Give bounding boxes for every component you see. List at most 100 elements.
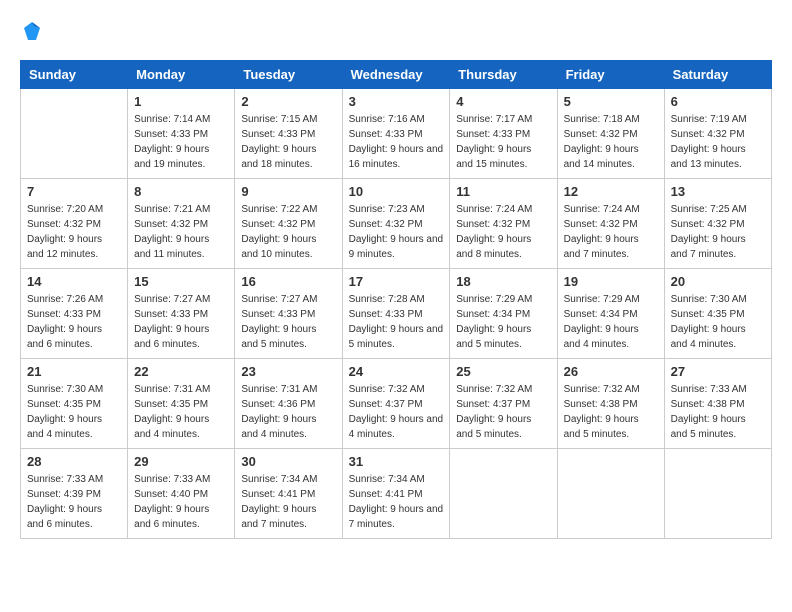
day-info-30: Sunrise: 7:34 AMSunset: 4:41 PMDaylight:… bbox=[241, 472, 335, 532]
cell-w3-d1: 14 Sunrise: 7:26 AMSunset: 4:33 PMDayligh… bbox=[21, 269, 128, 359]
day-number-11: 11 bbox=[456, 184, 550, 199]
day-info-31: Sunrise: 7:34 AMSunset: 4:41 PMDaylight:… bbox=[349, 472, 444, 532]
day-number-14: 14 bbox=[27, 274, 121, 289]
cell-w3-d3: 16 Sunrise: 7:27 AMSunset: 4:33 PMDayligh… bbox=[235, 269, 342, 359]
day-info-2: Sunrise: 7:15 AMSunset: 4:33 PMDaylight:… bbox=[241, 112, 335, 172]
day-info-10: Sunrise: 7:23 AMSunset: 4:32 PMDaylight:… bbox=[349, 202, 444, 262]
cell-w1-d7: 6Sunrise: 7:19 AMSunset: 4:32 PMDaylight… bbox=[664, 89, 771, 179]
cell-w4-d6: 26 Sunrise: 7:32 AMSunset: 4:38 PMDayligh… bbox=[557, 359, 664, 449]
cell-w4-d4: 24 Sunrise: 7:32 AMSunset: 4:37 PMDayligh… bbox=[342, 359, 450, 449]
cell-w5-d6 bbox=[557, 449, 664, 539]
day-number-26: 26 bbox=[564, 364, 658, 379]
cell-w1-d1 bbox=[21, 89, 128, 179]
day-info-25: Sunrise: 7:32 AMSunset: 4:37 PMDaylight:… bbox=[456, 382, 550, 442]
cell-w4-d7: 27 Sunrise: 7:33 AMSunset: 4:38 PMDayligh… bbox=[664, 359, 771, 449]
header-sunday: Sunday bbox=[21, 61, 128, 89]
day-info-3: Sunrise: 7:16 AMSunset: 4:33 PMDaylight:… bbox=[349, 112, 444, 172]
cell-w3-d5: 18 Sunrise: 7:29 AMSunset: 4:34 PMDayligh… bbox=[450, 269, 557, 359]
day-info-26: Sunrise: 7:32 AMSunset: 4:38 PMDaylight:… bbox=[564, 382, 658, 442]
week-row-4: 21Sunrise: 7:30 AMSunset: 4:35 PMDayligh… bbox=[21, 359, 772, 449]
day-info-19: Sunrise: 7:29 AMSunset: 4:34 PMDaylight:… bbox=[564, 292, 658, 352]
cell-w2-d7: 13 Sunrise: 7:25 AMSunset: 4:32 PMDayligh… bbox=[664, 179, 771, 269]
day-info-12: Sunrise: 7:24 AMSunset: 4:32 PMDaylight:… bbox=[564, 202, 658, 262]
day-info-29: Sunrise: 7:33 AMSunset: 4:40 PMDaylight:… bbox=[134, 472, 228, 532]
day-info-21: Sunrise: 7:30 AMSunset: 4:35 PMDaylight:… bbox=[27, 382, 121, 442]
day-number-27: 27 bbox=[671, 364, 765, 379]
day-number-24: 24 bbox=[349, 364, 444, 379]
day-number-13: 13 bbox=[671, 184, 765, 199]
cell-w2-d3: 9 Sunrise: 7:22 AMSunset: 4:32 PMDaylight… bbox=[235, 179, 342, 269]
week-row-2: 7 Sunrise: 7:20 AMSunset: 4:32 PMDaylight… bbox=[21, 179, 772, 269]
cell-w5-d3: 30 Sunrise: 7:34 AMSunset: 4:41 PMDayligh… bbox=[235, 449, 342, 539]
week-row-1: 1Sunrise: 7:14 AMSunset: 4:33 PMDaylight… bbox=[21, 89, 772, 179]
day-number-7: 7 bbox=[27, 184, 121, 199]
day-number-29: 29 bbox=[134, 454, 228, 469]
cell-w2-d1: 7 Sunrise: 7:20 AMSunset: 4:32 PMDaylight… bbox=[21, 179, 128, 269]
cell-w1-d6: 5 Sunrise: 7:18 AMSunset: 4:32 PMDaylight… bbox=[557, 89, 664, 179]
day-number-10: 10 bbox=[349, 184, 444, 199]
cell-w3-d6: 19 Sunrise: 7:29 AMSunset: 4:34 PMDayligh… bbox=[557, 269, 664, 359]
day-info-16: Sunrise: 7:27 AMSunset: 4:33 PMDaylight:… bbox=[241, 292, 335, 352]
day-number-28: 28 bbox=[27, 454, 121, 469]
day-number-2: 2 bbox=[241, 94, 335, 109]
week-row-5: 28 Sunrise: 7:33 AMSunset: 4:39 PMDayligh… bbox=[21, 449, 772, 539]
day-info-18: Sunrise: 7:29 AMSunset: 4:34 PMDaylight:… bbox=[456, 292, 550, 352]
day-number-31: 31 bbox=[349, 454, 444, 469]
page-header bbox=[20, 20, 772, 44]
header-monday: Monday bbox=[128, 61, 235, 89]
cell-w1-d5: 4Sunrise: 7:17 AMSunset: 4:33 PMDaylight… bbox=[450, 89, 557, 179]
cell-w1-d2: 1Sunrise: 7:14 AMSunset: 4:33 PMDaylight… bbox=[128, 89, 235, 179]
cell-w5-d4: 31 Sunrise: 7:34 AMSunset: 4:41 PMDayligh… bbox=[342, 449, 450, 539]
header-friday: Friday bbox=[557, 61, 664, 89]
day-info-20: Sunrise: 7:30 AMSunset: 4:35 PMDaylight:… bbox=[671, 292, 765, 352]
cell-w4-d3: 23 Sunrise: 7:31 AMSunset: 4:36 PMDayligh… bbox=[235, 359, 342, 449]
week-row-3: 14 Sunrise: 7:26 AMSunset: 4:33 PMDayligh… bbox=[21, 269, 772, 359]
calendar-header-row: SundayMondayTuesdayWednesdayThursdayFrid… bbox=[21, 61, 772, 89]
day-number-22: 22 bbox=[134, 364, 228, 379]
cell-w1-d3: 2 Sunrise: 7:15 AMSunset: 4:33 PMDaylight… bbox=[235, 89, 342, 179]
day-number-20: 20 bbox=[671, 274, 765, 289]
cell-w5-d7 bbox=[664, 449, 771, 539]
day-number-4: 4 bbox=[456, 94, 550, 109]
day-number-23: 23 bbox=[241, 364, 335, 379]
cell-w1-d4: 3 Sunrise: 7:16 AMSunset: 4:33 PMDaylight… bbox=[342, 89, 450, 179]
cell-w2-d2: 8Sunrise: 7:21 AMSunset: 4:32 PMDaylight… bbox=[128, 179, 235, 269]
day-info-17: Sunrise: 7:28 AMSunset: 4:33 PMDaylight:… bbox=[349, 292, 444, 352]
cell-w5-d2: 29 Sunrise: 7:33 AMSunset: 4:40 PMDayligh… bbox=[128, 449, 235, 539]
day-number-16: 16 bbox=[241, 274, 335, 289]
day-info-13: Sunrise: 7:25 AMSunset: 4:32 PMDaylight:… bbox=[671, 202, 765, 262]
cell-w4-d5: 25Sunrise: 7:32 AMSunset: 4:37 PMDayligh… bbox=[450, 359, 557, 449]
cell-w3-d7: 20 Sunrise: 7:30 AMSunset: 4:35 PMDayligh… bbox=[664, 269, 771, 359]
logo-icon bbox=[20, 20, 44, 44]
day-info-5: Sunrise: 7:18 AMSunset: 4:32 PMDaylight:… bbox=[564, 112, 658, 172]
day-number-12: 12 bbox=[564, 184, 658, 199]
cell-w2-d4: 10 Sunrise: 7:23 AMSunset: 4:32 PMDayligh… bbox=[342, 179, 450, 269]
cell-w3-d2: 15Sunrise: 7:27 AMSunset: 4:33 PMDayligh… bbox=[128, 269, 235, 359]
day-info-27: Sunrise: 7:33 AMSunset: 4:38 PMDaylight:… bbox=[671, 382, 765, 442]
day-info-7: Sunrise: 7:20 AMSunset: 4:32 PMDaylight:… bbox=[27, 202, 121, 262]
day-info-14: Sunrise: 7:26 AMSunset: 4:33 PMDaylight:… bbox=[27, 292, 121, 352]
day-number-19: 19 bbox=[564, 274, 658, 289]
day-number-15: 15 bbox=[134, 274, 228, 289]
day-number-9: 9 bbox=[241, 184, 335, 199]
day-info-24: Sunrise: 7:32 AMSunset: 4:37 PMDaylight:… bbox=[349, 382, 444, 442]
day-info-1: Sunrise: 7:14 AMSunset: 4:33 PMDaylight:… bbox=[134, 112, 228, 172]
day-info-9: Sunrise: 7:22 AMSunset: 4:32 PMDaylight:… bbox=[241, 202, 335, 262]
day-info-23: Sunrise: 7:31 AMSunset: 4:36 PMDaylight:… bbox=[241, 382, 335, 442]
header-thursday: Thursday bbox=[450, 61, 557, 89]
cell-w2-d6: 12 Sunrise: 7:24 AMSunset: 4:32 PMDayligh… bbox=[557, 179, 664, 269]
day-number-18: 18 bbox=[456, 274, 550, 289]
day-number-3: 3 bbox=[349, 94, 444, 109]
day-info-28: Sunrise: 7:33 AMSunset: 4:39 PMDaylight:… bbox=[27, 472, 121, 532]
day-info-8: Sunrise: 7:21 AMSunset: 4:32 PMDaylight:… bbox=[134, 202, 228, 262]
day-number-30: 30 bbox=[241, 454, 335, 469]
cell-w3-d4: 17 Sunrise: 7:28 AMSunset: 4:33 PMDayligh… bbox=[342, 269, 450, 359]
day-number-17: 17 bbox=[349, 274, 444, 289]
header-saturday: Saturday bbox=[664, 61, 771, 89]
cell-w4-d1: 21Sunrise: 7:30 AMSunset: 4:35 PMDayligh… bbox=[21, 359, 128, 449]
day-number-5: 5 bbox=[564, 94, 658, 109]
day-info-11: Sunrise: 7:24 AMSunset: 4:32 PMDaylight:… bbox=[456, 202, 550, 262]
cell-w4-d2: 22Sunrise: 7:31 AMSunset: 4:35 PMDayligh… bbox=[128, 359, 235, 449]
cell-w5-d1: 28 Sunrise: 7:33 AMSunset: 4:39 PMDayligh… bbox=[21, 449, 128, 539]
calendar: SundayMondayTuesdayWednesdayThursdayFrid… bbox=[20, 60, 772, 539]
